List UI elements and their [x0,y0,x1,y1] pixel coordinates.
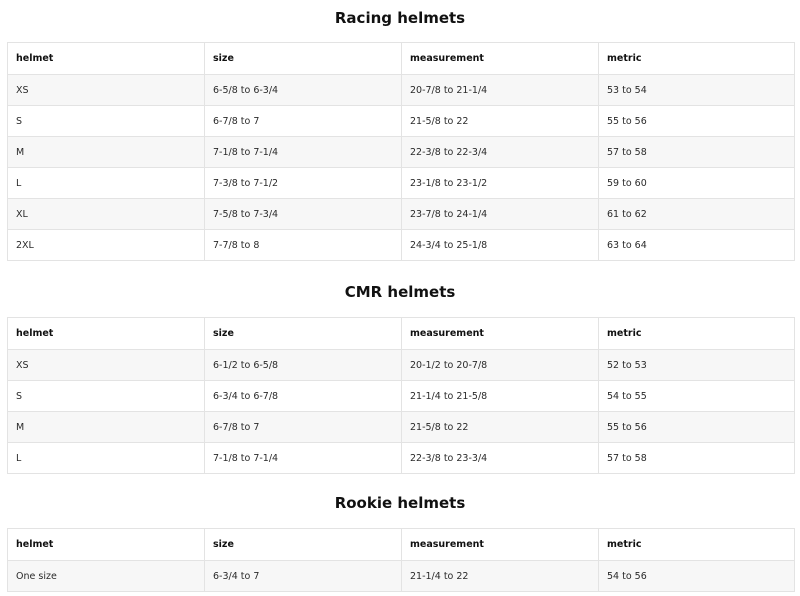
cell-helmet: XL [7,198,205,230]
cell-helmet: M [7,136,205,168]
cell-measurement: 22-3/8 to 22-3/4 [401,136,599,168]
cell-size: 6-3/4 to 7 [204,560,402,592]
racing-helmets-table: helmet size measurement metric XS 6-5/8 … [7,42,795,261]
header-measurement: measurement [401,42,599,75]
cell-measurement: 21-1/4 to 21-5/8 [401,380,599,412]
table-row: L 7-1/8 to 7-1/4 22-3/8 to 23-3/4 57 to … [7,442,795,474]
cell-helmet: L [7,442,205,474]
cell-metric: 54 to 56 [598,560,795,592]
cell-size: 6-1/2 to 6-5/8 [204,349,402,381]
header-size: size [204,42,402,75]
table-row: S 6-7/8 to 7 21-5/8 to 22 55 to 56 [7,105,795,137]
cell-measurement: 20-7/8 to 21-1/4 [401,74,599,106]
cell-helmet: XS [7,74,205,106]
table-row: XS 6-1/2 to 6-5/8 20-1/2 to 20-7/8 52 to… [7,349,795,381]
cell-measurement: 21-5/8 to 22 [401,411,599,443]
cell-size: 7-3/8 to 7-1/2 [204,167,402,199]
header-helmet: helmet [7,317,205,350]
cell-measurement: 21-5/8 to 22 [401,105,599,137]
cell-metric: 52 to 53 [598,349,795,381]
cell-helmet: L [7,167,205,199]
table-row: M 6-7/8 to 7 21-5/8 to 22 55 to 56 [7,411,795,443]
header-helmet: helmet [7,528,205,561]
header-measurement: measurement [401,317,599,350]
table-row: 2XL 7-7/8 to 8 24-3/4 to 25-1/8 63 to 64 [7,229,795,261]
cmr-helmets-table: helmet size measurement metric XS 6-1/2 … [7,317,795,474]
cell-size: 6-7/8 to 7 [204,105,402,137]
header-size: size [204,317,402,350]
cell-size: 6-5/8 to 6-3/4 [204,74,402,106]
section-title-cmr: CMR helmets [344,283,456,301]
table-header-row: helmet size measurement metric [7,42,795,75]
cell-helmet: 2XL [7,229,205,261]
table-row: S 6-3/4 to 6-7/8 21-1/4 to 21-5/8 54 to … [7,380,795,412]
header-metric: metric [598,528,795,561]
cell-metric: 54 to 55 [598,380,795,412]
cell-measurement: 21-1/4 to 22 [401,560,599,592]
table-row: XL 7-5/8 to 7-3/4 23-7/8 to 24-1/4 61 to… [7,198,795,230]
header-metric: metric [598,317,795,350]
cell-metric: 55 to 56 [598,411,795,443]
cell-metric: 59 to 60 [598,167,795,199]
table-header-row: helmet size measurement metric [7,528,795,561]
cell-metric: 63 to 64 [598,229,795,261]
table-row: One size 6-3/4 to 7 21-1/4 to 22 54 to 5… [7,560,795,592]
cell-size: 6-3/4 to 6-7/8 [204,380,402,412]
cell-metric: 61 to 62 [598,198,795,230]
cell-metric: 57 to 58 [598,136,795,168]
cell-measurement: 20-1/2 to 20-7/8 [401,349,599,381]
cell-helmet: S [7,380,205,412]
table-row: L 7-3/8 to 7-1/2 23-1/8 to 23-1/2 59 to … [7,167,795,199]
header-metric: metric [598,42,795,75]
cell-size: 7-5/8 to 7-3/4 [204,198,402,230]
cell-helmet: XS [7,349,205,381]
cell-measurement: 22-3/8 to 23-3/4 [401,442,599,474]
header-size: size [204,528,402,561]
table-header-row: helmet size measurement metric [7,317,795,350]
rookie-helmets-table: helmet size measurement metric One size … [7,528,795,592]
cell-metric: 53 to 54 [598,74,795,106]
cell-measurement: 23-7/8 to 24-1/4 [401,198,599,230]
cell-helmet: One size [7,560,205,592]
table-row: M 7-1/8 to 7-1/4 22-3/8 to 22-3/4 57 to … [7,136,795,168]
header-helmet: helmet [7,42,205,75]
header-measurement: measurement [401,528,599,561]
cell-size: 6-7/8 to 7 [204,411,402,443]
table-row: XS 6-5/8 to 6-3/4 20-7/8 to 21-1/4 53 to… [7,74,795,106]
cell-measurement: 24-3/4 to 25-1/8 [401,229,599,261]
cell-metric: 57 to 58 [598,442,795,474]
cell-size: 7-1/8 to 7-1/4 [204,442,402,474]
cell-measurement: 23-1/8 to 23-1/2 [401,167,599,199]
cell-helmet: M [7,411,205,443]
cell-size: 7-7/8 to 8 [204,229,402,261]
section-title-rookie: Rookie helmets [334,494,466,512]
cell-metric: 55 to 56 [598,105,795,137]
section-title-racing: Racing helmets [334,9,466,27]
cell-helmet: S [7,105,205,137]
cell-size: 7-1/8 to 7-1/4 [204,136,402,168]
